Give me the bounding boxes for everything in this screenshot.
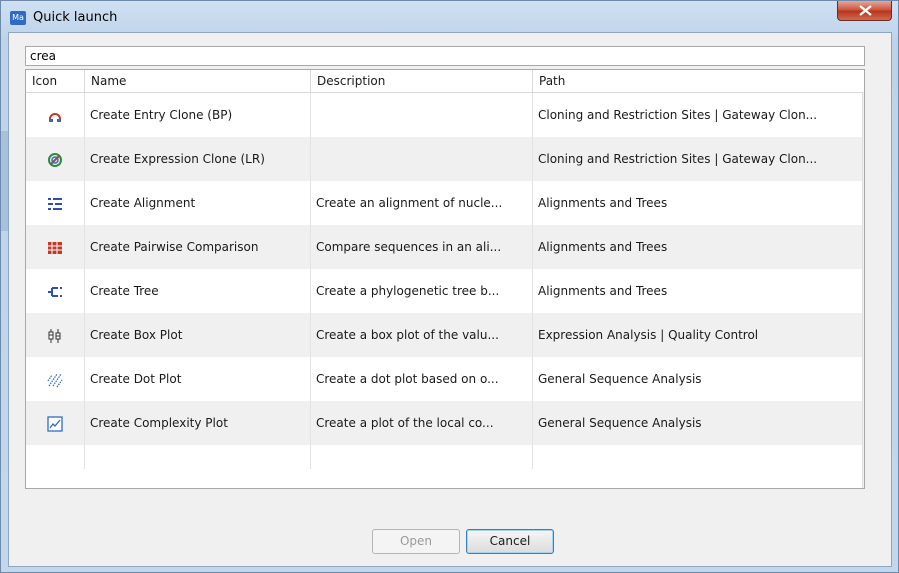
close-icon — [859, 5, 872, 16]
row-name: Create Box Plot — [85, 313, 311, 357]
title-bar: Ma Quick launch — [1, 1, 898, 31]
row-name: Create Entry Clone (BP) — [85, 93, 311, 137]
row-icon-cell — [26, 401, 85, 445]
row-description — [311, 137, 533, 181]
left-edge — [1, 131, 8, 231]
scroll-up-icon[interactable]: ▲ — [863, 92, 864, 109]
expression-clone-icon — [48, 152, 62, 167]
table-row[interactable]: Create Tree Create a phylogenetic tree b… — [26, 269, 862, 313]
header-name[interactable]: Name — [85, 70, 311, 92]
results-table: Icon Name Description Path Create Entry … — [25, 69, 865, 489]
row-icon-cell — [26, 93, 85, 137]
search-input[interactable] — [25, 46, 865, 66]
table-row[interactable]: Create Dot Plot Create a dot plot based … — [26, 357, 862, 401]
row-icon-cell — [26, 313, 85, 357]
row-name: Create Pairwise Comparison — [85, 225, 311, 269]
entry-clone-icon — [49, 112, 61, 122]
row-name: Create Alignment — [85, 181, 311, 225]
app-icon: Ma — [10, 11, 26, 25]
row-icon-cell — [26, 137, 85, 181]
row-description — [311, 93, 533, 137]
open-button[interactable]: Open — [372, 529, 460, 554]
header-description[interactable]: Description — [311, 70, 533, 92]
row-description — [311, 445, 533, 469]
quick-launch-dialog: Ma Quick launch Icon Name Description Pa… — [0, 0, 899, 573]
row-name: Create Complexity Plot — [85, 401, 311, 445]
row-icon-cell — [26, 357, 85, 401]
row-path: General Sequence Analysis — [538, 416, 702, 430]
row-icon-cell — [26, 181, 85, 225]
table-row[interactable]: Create Alignment Create an alignment of … — [26, 181, 862, 225]
row-path: General Sequence Analysis — [538, 372, 702, 386]
header-path[interactable]: Path — [533, 70, 862, 92]
row-name: Create Tree — [85, 269, 311, 313]
row-icon-cell — [26, 225, 85, 269]
row-description: Compare sequences in an ali... — [311, 225, 533, 269]
close-button[interactable] — [837, 1, 892, 21]
table-row[interactable]: Create Box Plot Create a box plot of the… — [26, 313, 862, 357]
row-path: Expression Analysis | Quality Control — [538, 328, 759, 342]
row-path: Alignments and Trees — [538, 196, 668, 210]
row-path — [533, 445, 862, 469]
row-path: Cloning and Restriction Sites | Gateway … — [538, 152, 818, 166]
row-icon-cell — [26, 445, 85, 469]
pairwise-comparison-icon — [48, 241, 62, 254]
row-path: Alignments and Trees — [538, 240, 668, 254]
table-row[interactable]: Create Expression Clone (LR) Cloning and… — [26, 137, 862, 181]
table-row[interactable]: Create Entry Clone (BP) Cloning and Rest… — [26, 93, 862, 137]
vertical-scrollbar[interactable]: ▲ ▼ — [862, 92, 864, 488]
row-description: Create a phylogenetic tree b... — [311, 269, 533, 313]
box-plot-icon — [48, 328, 61, 343]
row-icon-cell — [26, 269, 85, 313]
row-name — [85, 445, 311, 469]
tree-icon — [48, 286, 62, 297]
table-row[interactable]: Create Pairwise Comparison Compare seque… — [26, 225, 862, 269]
table-header: Icon Name Description Path — [26, 70, 862, 93]
row-name: Create Expression Clone (LR) — [85, 137, 311, 181]
table-row[interactable]: Create Complexity Plot Create a plot of … — [26, 401, 862, 445]
row-path: Alignments and Trees — [538, 284, 668, 298]
row-path: Cloning and Restriction Sites | Gateway … — [538, 108, 818, 122]
cancel-button[interactable]: Cancel — [466, 529, 554, 554]
complexity-plot-icon — [47, 415, 63, 432]
scroll-down-icon[interactable]: ▼ — [863, 436, 864, 453]
row-name: Create Dot Plot — [85, 357, 311, 401]
row-description: Create a box plot of the valu... — [311, 313, 533, 357]
dot-plot-icon — [47, 373, 63, 387]
row-description: Create a plot of the local co... — [311, 401, 533, 445]
row-description: Create a dot plot based on o... — [311, 357, 533, 401]
window-title: Quick launch — [33, 10, 118, 25]
row-description: Create an alignment of nucle... — [311, 181, 533, 225]
alignment-icon — [48, 197, 62, 210]
header-icon[interactable]: Icon — [26, 70, 85, 92]
table-row[interactable] — [26, 445, 862, 469]
